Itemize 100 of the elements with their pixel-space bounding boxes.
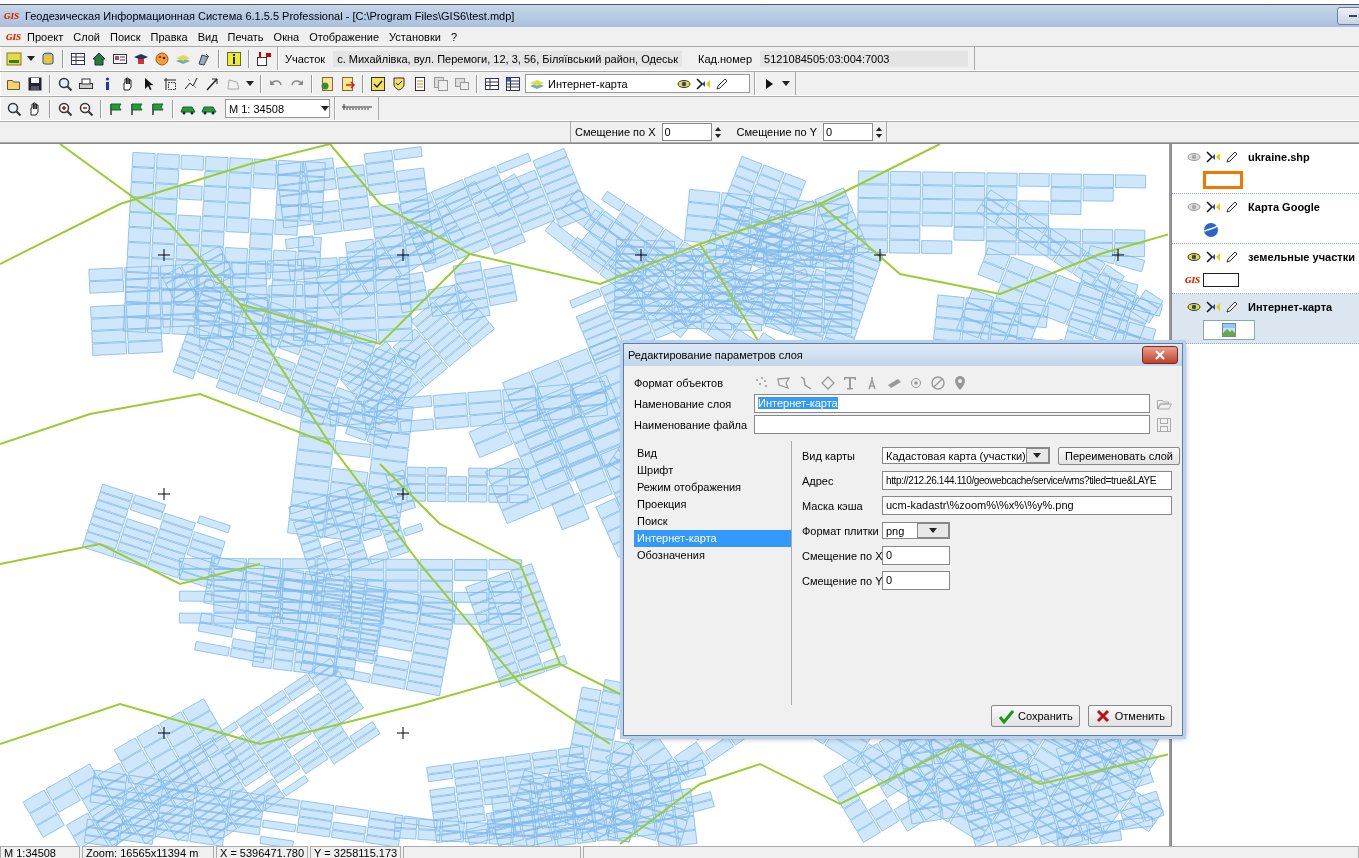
tile-format-label: Формат плитки xyxy=(802,524,880,537)
info-icon[interactable] xyxy=(226,50,242,67)
menu-item[interactable]: Вид xyxy=(193,29,222,44)
cancel-button[interactable]: Отменить xyxy=(1087,705,1172,727)
table-icon[interactable] xyxy=(70,50,86,67)
node-edit-icon[interactable] xyxy=(183,75,199,92)
cross-icon xyxy=(1094,708,1111,724)
cadastre-number-field: 5121084505:03:004:7003 xyxy=(760,50,969,67)
cache-mask-field[interactable]: ucm-kadastr\%zoom%\%x%\%y%.png xyxy=(882,496,1172,515)
menu-item[interactable]: Печать xyxy=(223,29,268,44)
save-button[interactable]: Сохранить xyxy=(991,705,1080,727)
globe-icon xyxy=(1203,222,1219,238)
flag-icon[interactable] xyxy=(256,50,272,67)
menu-item[interactable]: Правка xyxy=(146,29,192,44)
cache-mask-label: Маска кэша xyxy=(802,499,864,512)
parcel-label: Участок xyxy=(285,52,326,65)
menu-item[interactable]: Окна xyxy=(269,29,304,44)
house-icon[interactable] xyxy=(91,50,107,67)
layer-item[interactable]: Интернет-карта xyxy=(1172,294,1359,344)
offset-x-label: Смещение по X xyxy=(802,549,882,562)
save-icon[interactable] xyxy=(27,75,43,92)
pencil-icon[interactable] xyxy=(1224,149,1240,165)
map-type-dropdown[interactable]: Кадастовая карта (участки) xyxy=(882,447,1050,464)
address-label: Адрес xyxy=(802,474,835,487)
check-icon xyxy=(998,708,1015,724)
status-field: Y = 3258115.173 xyxy=(310,846,402,858)
menu-item[interactable]: Отображение xyxy=(305,29,384,44)
table-icon[interactable] xyxy=(484,75,500,92)
object-format-label: Формат объектов xyxy=(634,376,724,389)
snap-icon[interactable] xyxy=(1205,249,1221,265)
caret-icon xyxy=(928,528,937,533)
layer-dropdown[interactable]: Интернет-карта xyxy=(525,74,750,93)
layer-item[interactable]: ukraine.shp xyxy=(1172,144,1359,194)
nav-item[interactable]: Шрифт xyxy=(634,462,791,479)
rename-layer-button[interactable]: Переименовать слой xyxy=(1058,446,1180,465)
snap-icon[interactable] xyxy=(1205,149,1221,165)
address-field[interactable]: http://212.26.144.110/geowebcache/service/wms?tiled=true&LAYE xyxy=(882,471,1172,490)
offset-y-field[interactable]: 0 xyxy=(882,571,950,590)
picture-icon xyxy=(1221,322,1237,338)
status-field: X = 5396471.780 xyxy=(216,846,309,858)
select-icon[interactable] xyxy=(162,75,178,92)
menu-item[interactable]: ? xyxy=(446,29,461,44)
pencil-icon[interactable] xyxy=(1224,299,1240,315)
flag-icon[interactable] xyxy=(108,100,124,117)
nav-item[interactable]: Вид xyxy=(634,445,791,462)
caret-icon[interactable] xyxy=(782,81,790,86)
file-name-label: Наименование файла xyxy=(634,418,749,431)
palette-icon[interactable] xyxy=(154,50,170,67)
parcel-address-field: с. Михайлівка, вул. Перемоги, 12, 3, 56, Біляївський район, Одеськ xyxy=(333,50,683,67)
pencil-icon[interactable] xyxy=(1224,199,1240,215)
zoom-in-icon[interactable] xyxy=(57,100,73,117)
caret-icon xyxy=(1033,453,1042,458)
scale-dropdown[interactable]: М 1: 34508 xyxy=(225,99,330,118)
shield-icon[interactable] xyxy=(391,75,407,92)
magnifier-icon[interactable] xyxy=(6,100,22,117)
spin-arrows-icon xyxy=(876,126,883,138)
layer-item[interactable]: Карта Google xyxy=(1172,194,1359,244)
checklist-icon[interactable] xyxy=(370,75,386,92)
nav-item[interactable]: Режим отображения xyxy=(634,479,791,496)
caret-icon xyxy=(321,106,329,111)
file-name-field[interactable] xyxy=(754,415,1150,434)
menu-item[interactable]: Проект xyxy=(23,29,68,44)
offset-x-field[interactable]: 0 xyxy=(882,546,950,565)
cadastre-label: Кад.номер xyxy=(698,52,753,65)
flag-icon[interactable] xyxy=(129,100,145,117)
selected-text: Интернет-карта xyxy=(758,397,838,409)
close-button[interactable] xyxy=(1142,346,1178,364)
snap-icon xyxy=(695,75,711,92)
pencil-icon[interactable] xyxy=(1224,249,1240,265)
window-title: Геодезическая Информационная Система 6.1.5.5 Professional - [C:\Program Files\GIS6\test.mdp] xyxy=(25,10,516,22)
document-icon[interactable] xyxy=(412,75,428,92)
menu-item[interactable]: Установки xyxy=(385,29,445,44)
snap-icon[interactable] xyxy=(1205,299,1221,315)
dialog-title: Редактирование параметров слоя xyxy=(628,349,803,361)
menu-item[interactable]: Слой xyxy=(69,29,104,44)
minimize-icon xyxy=(1349,15,1357,17)
line-tool-icon[interactable] xyxy=(204,75,220,92)
nav-item[interactable]: Поиск xyxy=(634,513,791,530)
offset-y-label: Смещение по Y xyxy=(802,574,882,587)
magnifier-icon[interactable] xyxy=(57,75,73,92)
database-icon[interactable] xyxy=(40,50,56,67)
nav-item[interactable]: Проекция xyxy=(634,496,791,513)
app-logo: GIS xyxy=(1185,275,1200,285)
printer-icon[interactable] xyxy=(78,75,94,92)
map-type-label: Вид карты xyxy=(802,449,856,462)
database-icon[interactable] xyxy=(6,50,22,67)
layer-name-label: Наменование слоя xyxy=(634,397,733,410)
snap-icon[interactable] xyxy=(1205,199,1221,215)
export-icon[interactable] xyxy=(340,75,356,92)
grid-icon[interactable] xyxy=(505,75,521,92)
tile-format-dropdown[interactable]: png xyxy=(882,522,950,539)
menu-item[interactable]: Поиск xyxy=(106,29,145,44)
nav-item[interactable]: Обозначения xyxy=(634,547,791,564)
flag-icon[interactable] xyxy=(150,100,166,117)
caret-icon[interactable] xyxy=(246,81,254,86)
app-logo: GIS xyxy=(4,11,19,21)
zoom-out-icon[interactable] xyxy=(78,100,94,117)
app-logo: GIS xyxy=(6,31,21,42)
status-field: М 1:34508 xyxy=(0,846,80,858)
caret-icon[interactable] xyxy=(27,56,35,61)
